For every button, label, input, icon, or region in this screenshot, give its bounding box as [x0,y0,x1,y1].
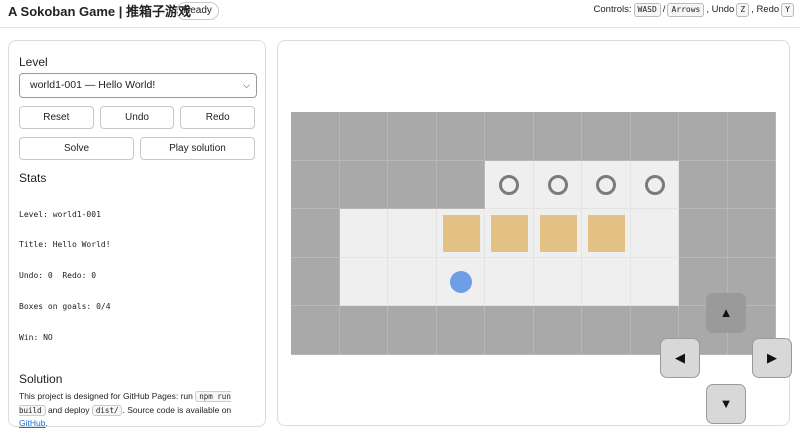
dpad-down-button[interactable]: ▼ [706,384,746,424]
key-undo: Z [736,3,750,17]
solve-button[interactable]: Solve [19,137,134,160]
top-bar: A Sokoban Game | 推箱子游戏 Ready Controls: W… [0,0,800,28]
crate [588,215,625,253]
floor-tile [630,257,679,307]
player-token [449,270,472,293]
floor-tile [436,257,485,307]
solution-text-part: This project is designed for GitHub Page… [19,391,196,402]
level-heading: Level [19,55,48,69]
wall-tile [291,209,340,258]
stats-line: Win: NO [19,333,53,343]
play-solution-button[interactable]: Play solution [140,137,255,160]
goal-marker [596,174,616,195]
floor-tile [533,257,582,307]
wall-tile [291,306,340,355]
wall-tile [533,112,582,161]
solution-heading: Solution [19,372,63,387]
dpad-right-button[interactable]: ▶ [752,338,792,378]
wall-tile [727,160,776,210]
wall-tile [485,306,534,355]
floor-tile [485,257,534,307]
floor-tile [582,209,631,258]
stats-line: Title: Hello World! [19,240,111,250]
dpad-up-button[interactable]: ▲ [706,293,746,333]
floor-tile [339,209,388,258]
wall-tile [436,160,485,210]
floor-tile [388,209,437,258]
floor-tile [388,257,437,307]
wall-tile [291,257,340,307]
crate [491,215,528,253]
floor-tile [630,209,679,258]
wall-tile [388,306,437,355]
wall-tile [679,112,728,161]
wall-tile [291,160,340,210]
dpad-left-button[interactable]: ◀ [660,338,700,378]
wall-tile [485,112,534,161]
level-select-value: world1-001 — Hello World! [30,79,156,91]
floor-tile [533,160,582,210]
wall-tile [339,160,388,210]
wall-tile [630,112,679,161]
redo-label: , Redo [751,4,780,15]
solution-text-part: and deploy [45,404,92,415]
crate [539,215,577,253]
stats-line: Boxes on goals: 0/4 [19,302,111,312]
redo-button[interactable]: Redo [180,106,256,129]
stats-line: Undo: 0 Redo: 0 [19,271,97,281]
game-board[interactable] [291,112,776,355]
goal-marker [499,174,519,195]
wall-tile [339,306,388,355]
wall-tile [679,209,728,258]
wall-tile [388,160,437,210]
stats-heading: Stats [19,171,47,185]
chevron-down-icon: ⌵ [243,80,250,90]
controls-label: Controls: [593,4,632,15]
status-badge: Ready [176,2,219,20]
wall-tile [436,306,485,355]
github-link[interactable]: GitHub [19,418,45,428]
solution-text-part: . [45,418,48,429]
wall-tile [291,112,340,161]
floor-tile [485,209,534,258]
undo-button[interactable]: Undo [99,106,175,129]
wall-tile [727,209,776,258]
wall-tile [388,112,437,161]
floor-tile [582,160,631,210]
goal-marker [547,174,568,195]
stats-line: Level: world1-001 [19,209,101,219]
wall-tile [582,112,631,161]
goal-marker [644,174,665,195]
wall-tile [727,112,776,161]
app-title: A Sokoban Game | 推箱子游戏 [8,4,192,19]
reset-button[interactable]: Reset [19,106,94,129]
level-select[interactable]: world1-001 — Hello World! ⌵ [19,73,257,98]
key-wasd: WASD [633,3,661,17]
wall-tile [679,160,728,210]
solution-text: This project is designed for GitHub Page… [19,390,255,430]
wall-tile [533,306,582,355]
game-stage: ▲ ◀ ▶ ▼ [277,40,792,426]
solution-text-part: . Source code is available on [122,404,232,415]
floor-tile [533,209,582,258]
floor-tile [339,257,388,307]
floor-tile [630,160,679,210]
floor-tile [436,209,485,258]
floor-tile [485,160,534,210]
code-dist: dist/ [91,404,123,416]
wall-tile [582,306,631,355]
crate [442,215,480,253]
stats-block: Level: world1-001 Title: Hello World! Un… [19,189,255,364]
floor-tile [582,257,631,307]
wall-tile [436,112,485,161]
sidebar-panel: Level world1-001 — Hello World! ⌵ Reset … [8,40,266,430]
undo-label: , Undo [706,4,735,15]
key-arrows: Arrows [667,3,705,17]
wall-tile [339,112,388,161]
controls-hint: Controls: WASD / Arrows , Undo Z , Redo … [594,3,794,17]
controls-sep: / [662,4,666,15]
key-redo: Y [781,3,794,17]
